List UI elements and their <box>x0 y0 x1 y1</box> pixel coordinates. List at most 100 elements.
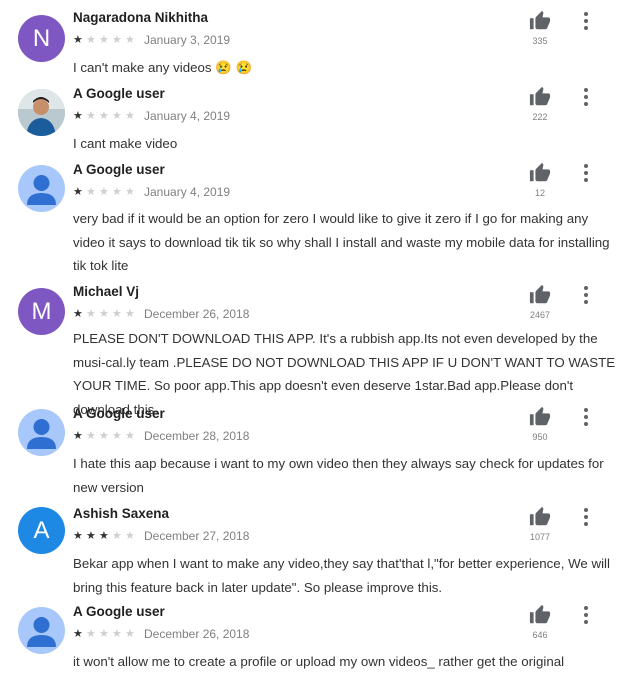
star-icon: ★ <box>99 530 109 542</box>
review-date: December 26, 2018 <box>144 307 250 321</box>
avatar[interactable] <box>18 89 65 136</box>
star-icon: ★ <box>112 34 122 46</box>
review-text: I hate this aap because i want to my own… <box>73 456 604 495</box>
review-author: A Google user <box>73 604 165 619</box>
avatar-letter: N <box>32 24 51 52</box>
review-text: Bekar app when I want to make any video,… <box>73 556 610 595</box>
review-date: December 28, 2018 <box>144 429 250 443</box>
thumbs-up-icon[interactable] <box>529 10 551 32</box>
review-meta: ★ ★ ★ ★ ★ December 26, 2018 <box>73 627 249 641</box>
star-rating: ★ ★ ★ ★ ★ <box>73 110 138 122</box>
review-author: A Google user <box>73 162 165 177</box>
review-author: A Google user <box>73 86 165 101</box>
star-icon: ★ <box>86 34 96 46</box>
star-icon: ★ <box>86 530 96 542</box>
review-date: December 26, 2018 <box>144 627 250 641</box>
review-meta: ★ ★ ★ ★ ★ January 4, 2019 <box>73 109 230 123</box>
review-date: January 4, 2019 <box>144 185 231 199</box>
more-options-icon[interactable] <box>579 604 593 626</box>
star-icon: ★ <box>125 530 135 542</box>
star-icon: ★ <box>112 308 122 320</box>
star-rating: ★ ★ ★ ★ ★ <box>73 430 138 442</box>
star-icon: ★ <box>112 110 122 122</box>
star-icon: ★ <box>73 186 83 198</box>
star-icon: ★ <box>112 530 122 542</box>
review-meta: ★ ★ ★ ★ ★ January 4, 2019 <box>73 185 230 199</box>
helpful-count: 646 <box>532 630 548 640</box>
more-options-icon[interactable] <box>579 10 593 32</box>
star-icon: ★ <box>99 628 109 640</box>
star-rating: ★ ★ ★ ★ ★ <box>73 186 138 198</box>
star-rating: ★ ★ ★ ★ ★ <box>73 628 138 640</box>
review-date: January 3, 2019 <box>144 33 231 47</box>
star-icon: ★ <box>125 628 135 640</box>
avatar-letter: A <box>33 516 50 544</box>
star-icon: ★ <box>99 110 109 122</box>
star-icon: ★ <box>73 110 83 122</box>
review-author: A Google user <box>73 406 165 421</box>
avatar[interactable]: A <box>18 507 65 554</box>
more-options-icon[interactable] <box>579 506 593 528</box>
avatar[interactable] <box>18 607 65 654</box>
thumbs-up-icon[interactable] <box>529 162 551 184</box>
thumbs-up-icon[interactable] <box>529 604 551 626</box>
review-author: Ashish Saxena <box>73 506 170 521</box>
default-user-icon <box>27 175 56 205</box>
avatar[interactable] <box>18 409 65 456</box>
star-icon: ★ <box>86 308 96 320</box>
review-author: Nagaradona Nikhitha <box>73 10 209 25</box>
star-icon: ★ <box>73 430 83 442</box>
thumbs-up-icon[interactable] <box>529 86 551 108</box>
default-user-icon <box>27 419 56 449</box>
review-meta: ★ ★ ★ ★ ★ December 26, 2018 <box>73 307 249 321</box>
star-icon: ★ <box>125 34 135 46</box>
star-rating: ★ ★ ★ ★ ★ <box>73 34 138 46</box>
more-options-icon[interactable] <box>579 162 593 184</box>
avatar[interactable] <box>18 165 65 212</box>
helpful-count: 2467 <box>529 310 551 320</box>
star-icon: ★ <box>125 110 135 122</box>
review-date: January 4, 2019 <box>144 109 231 123</box>
review-author: Michael Vj <box>73 284 140 299</box>
review-meta: ★ ★ ★ ★ ★ December 27, 2018 <box>73 529 249 543</box>
star-rating: ★ ★ ★ ★ ★ <box>73 308 138 320</box>
review-meta: ★ ★ ★ ★ ★ January 3, 2019 <box>73 33 230 47</box>
star-icon: ★ <box>99 308 109 320</box>
more-options-icon[interactable] <box>579 86 593 108</box>
star-icon: ★ <box>73 530 83 542</box>
avatar[interactable]: M <box>18 288 65 335</box>
star-icon: ★ <box>99 186 109 198</box>
thumbs-up-icon[interactable] <box>529 284 551 306</box>
star-icon: ★ <box>73 628 83 640</box>
default-user-icon <box>27 617 56 647</box>
helpful-count: 335 <box>532 36 548 46</box>
thumbs-up-icon[interactable] <box>529 406 551 428</box>
review-text: very bad if it would be an option for ze… <box>73 211 610 273</box>
review-text: I can't make any videos 😢 😢 <box>73 60 253 75</box>
review-text: it won't allow me to create a profile or… <box>73 654 565 669</box>
star-icon: ★ <box>73 34 83 46</box>
user-photo-icon <box>18 89 65 136</box>
star-icon: ★ <box>86 110 96 122</box>
star-icon: ★ <box>86 430 96 442</box>
avatar-letter: M <box>31 297 52 325</box>
thumbs-up-icon[interactable] <box>529 506 551 528</box>
avatar[interactable]: N <box>18 15 65 62</box>
star-icon: ★ <box>112 186 122 198</box>
star-icon: ★ <box>112 430 122 442</box>
review-date: December 27, 2018 <box>144 529 250 543</box>
star-icon: ★ <box>125 430 135 442</box>
helpful-count: 12 <box>534 188 545 198</box>
star-icon: ★ <box>99 34 109 46</box>
star-icon: ★ <box>112 628 122 640</box>
more-options-icon[interactable] <box>579 284 593 306</box>
star-icon: ★ <box>99 430 109 442</box>
star-icon: ★ <box>86 628 96 640</box>
helpful-count: 1077 <box>529 532 551 542</box>
helpful-count: 222 <box>532 112 548 122</box>
more-options-icon[interactable] <box>579 406 593 428</box>
star-icon: ★ <box>73 308 83 320</box>
review-meta: ★ ★ ★ ★ ★ December 28, 2018 <box>73 429 249 443</box>
helpful-count: 950 <box>532 432 548 442</box>
star-icon: ★ <box>125 186 135 198</box>
